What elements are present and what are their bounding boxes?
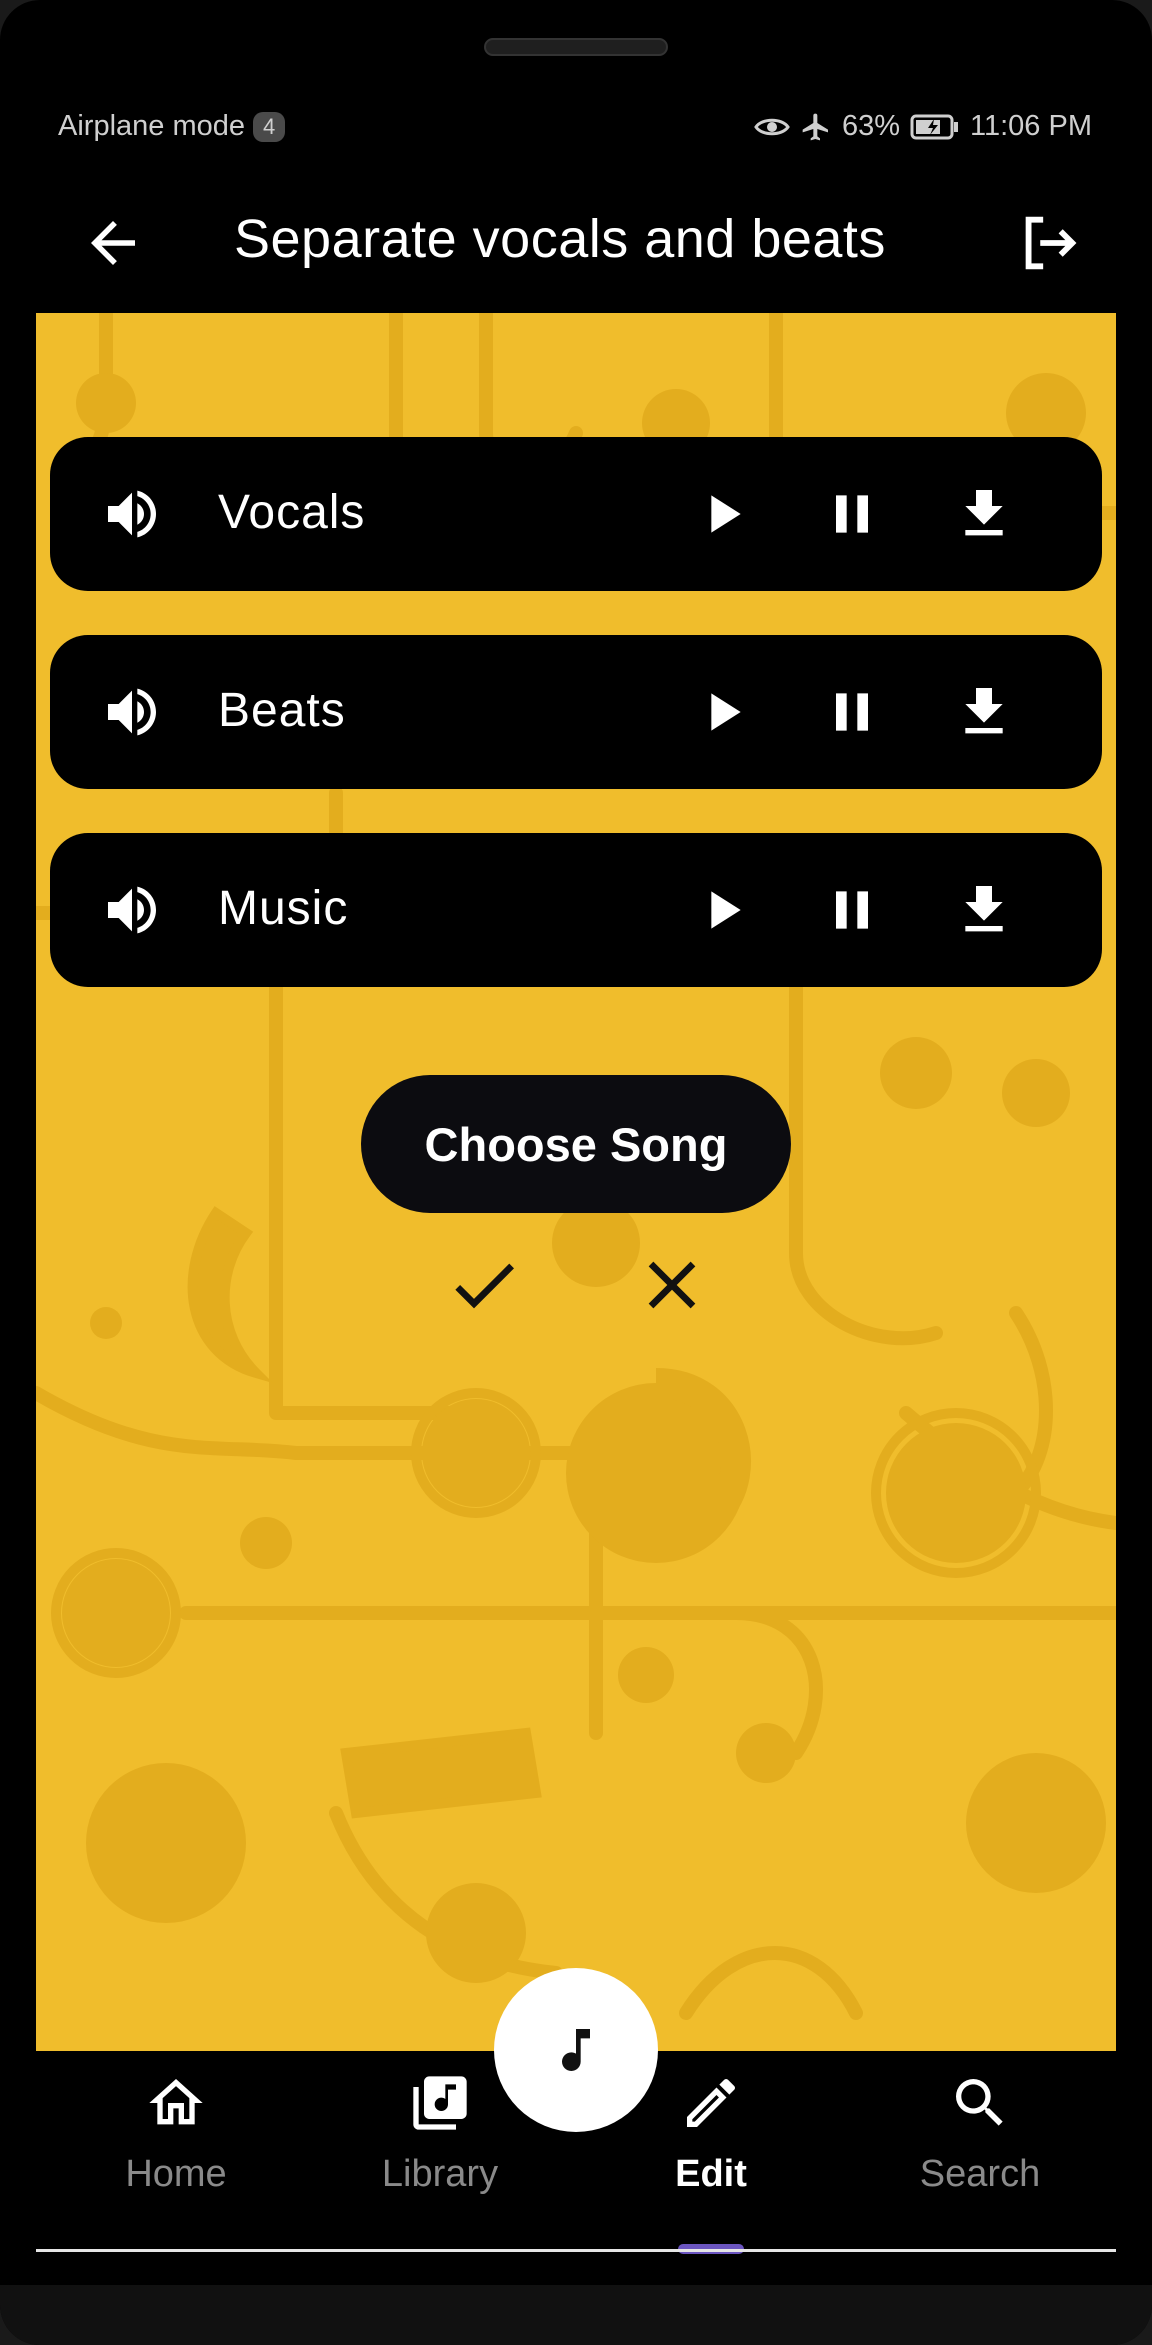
battery-percent: 63% [841,110,901,142]
play-icon[interactable] [690,680,754,744]
track-row-music: Music [50,833,1102,987]
volume-icon [108,886,156,934]
library-music-icon [413,2076,467,2130]
phone-device: Airplane mode 4 63% 11:06 PM Separate vo… [0,0,1152,2345]
home-icon [149,2079,203,2125]
search-icon [956,2079,1003,2126]
pause-icon[interactable] [820,878,884,942]
earpiece-speaker [484,38,668,56]
track-label: Vocals [218,486,366,539]
nav-divider [36,2249,1116,2252]
logout-icon[interactable] [1014,208,1084,278]
music-fab-button[interactable] [494,1968,658,2132]
device-chin [0,2285,1152,2345]
nav-item-home[interactable]: Home [76,2071,276,2231]
status-bar: Airplane mode 4 63% 11:06 PM [0,100,1152,156]
status-right: 63% 11:06 PM [754,110,1092,143]
track-label: Beats [218,684,346,737]
eye-icon [754,118,790,135]
download-icon[interactable] [952,680,1016,744]
music-note-icon [562,2029,590,2071]
nav-label: Search [919,2153,1041,2195]
close-icon[interactable] [632,1245,712,1325]
airplane-icon [802,113,828,140]
pause-icon[interactable] [820,680,884,744]
nav-label: Edit [675,2153,747,2195]
status-left: Airplane mode 4 [58,110,286,143]
download-icon[interactable] [952,878,1016,942]
airplane-mode-text: Airplane mode [58,110,245,142]
nav-item-search[interactable]: Search [880,2071,1080,2231]
notification-badge: 4 [253,111,286,142]
play-icon[interactable] [690,482,754,546]
pencil-icon [687,2078,736,2127]
download-icon[interactable] [952,482,1016,546]
pause-icon[interactable] [820,482,884,546]
volume-icon [108,688,156,736]
content-area: Vocals Beats Music Choose Song [36,313,1116,2051]
clock: 11:06 PM [970,110,1092,142]
nav-label: Library [381,2153,499,2195]
choose-song-button[interactable]: Choose Song [361,1075,791,1213]
track-row-vocals: Vocals [50,437,1102,591]
track-label: Music [218,882,349,935]
battery-icon [910,114,959,139]
check-icon[interactable] [444,1245,524,1325]
back-arrow-icon[interactable] [80,210,146,276]
app-bar: Separate vocals and beats [0,190,1152,310]
page-title: Separate vocals and beats [234,209,886,269]
nav-label: Home [125,2153,227,2195]
track-row-beats: Beats [50,635,1102,789]
play-icon[interactable] [690,878,754,942]
volume-icon [108,490,156,538]
